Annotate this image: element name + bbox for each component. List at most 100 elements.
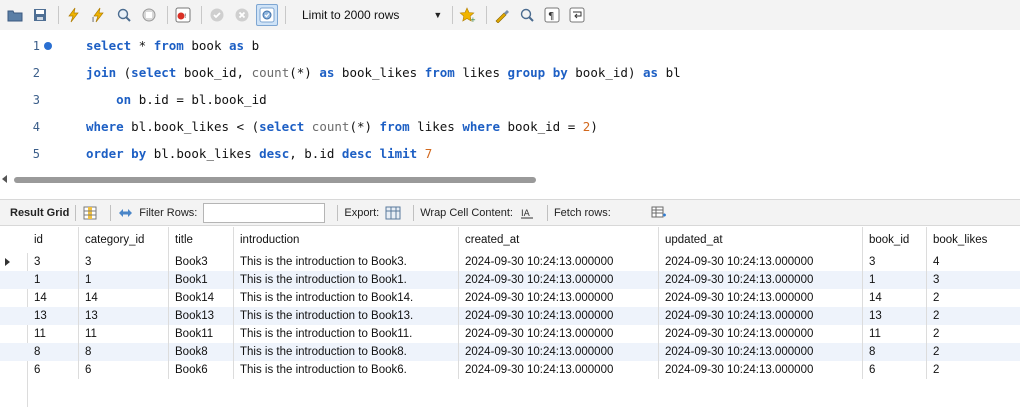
cell-book-id[interactable]: 3 <box>863 253 927 271</box>
toolbar-separator <box>58 6 59 24</box>
cell-book-likes[interactable]: 2 <box>927 289 1020 307</box>
cell-created-at[interactable]: 2024-09-30 10:24:13.000000 <box>459 253 659 271</box>
cell-title[interactable]: Book3 <box>169 253 234 271</box>
cell-updated-at[interactable]: 2024-09-30 10:24:13.000000 <box>659 253 863 271</box>
table-row[interactable]: 3 3 Book3 This is the introduction to Bo… <box>0 253 1020 271</box>
toggle-error-icon[interactable]: ! <box>172 4 194 26</box>
cell-id[interactable]: 3 <box>28 253 79 271</box>
cell-title[interactable]: Book13 <box>169 307 234 325</box>
column-header-id[interactable]: id <box>28 227 79 253</box>
cell-category-id[interactable]: 14 <box>79 289 169 307</box>
limit-rows-select[interactable]: Limit to 2000 rows ▼ <box>296 4 448 26</box>
cell-category-id[interactable]: 11 <box>79 325 169 343</box>
cell-updated-at[interactable]: 2024-09-30 10:24:13.000000 <box>659 307 863 325</box>
table-row[interactable]: 13 13 Book13 This is the introduction to… <box>0 307 1020 325</box>
cell-introduction[interactable]: This is the introduction to Book8. <box>234 343 459 361</box>
cell-book-id[interactable]: 13 <box>863 307 927 325</box>
column-header-created-at[interactable]: created_at <box>459 227 659 253</box>
cell-id[interactable]: 14 <box>28 289 79 307</box>
cell-title[interactable]: Book8 <box>169 343 234 361</box>
cell-category-id[interactable]: 8 <box>79 343 169 361</box>
column-header-book-id[interactable]: book_id <box>863 227 927 253</box>
editor-horizontal-scrollbar[interactable] <box>0 170 1020 190</box>
open-folder-icon[interactable] <box>4 4 26 26</box>
cell-created-at[interactable]: 2024-09-30 10:24:13.000000 <box>459 271 659 289</box>
cell-category-id[interactable]: 13 <box>79 307 169 325</box>
cell-book-likes[interactable]: 2 <box>927 325 1020 343</box>
cell-id[interactable]: 8 <box>28 343 79 361</box>
table-row[interactable]: 1 1 Book1 This is the introduction to Bo… <box>0 271 1020 289</box>
explain-icon[interactable] <box>113 4 135 26</box>
cell-book-likes[interactable]: 3 <box>927 271 1020 289</box>
filter-refresh-icon[interactable] <box>117 205 133 221</box>
table-row[interactable]: 14 14 Book14 This is the introduction to… <box>0 289 1020 307</box>
scrollbar-thumb[interactable] <box>14 177 536 183</box>
cell-category-id[interactable]: 1 <box>79 271 169 289</box>
wrap-cell-icon[interactable]: IA <box>519 205 535 221</box>
result-grid-tab[interactable]: Result Grid <box>10 207 69 219</box>
table-row[interactable]: 6 6 Book6 This is the introduction to Bo… <box>0 361 1020 379</box>
fetch-rows-icon[interactable] <box>651 205 667 221</box>
column-header-title[interactable]: title <box>169 227 234 253</box>
cell-created-at[interactable]: 2024-09-30 10:24:13.000000 <box>459 289 659 307</box>
cell-book-id[interactable]: 14 <box>863 289 927 307</box>
cell-introduction[interactable]: This is the introduction to Book13. <box>234 307 459 325</box>
cell-created-at[interactable]: 2024-09-30 10:24:13.000000 <box>459 307 659 325</box>
export-icon[interactable] <box>385 205 401 221</box>
column-header-introduction[interactable]: introduction <box>234 227 459 253</box>
cell-book-id[interactable]: 1 <box>863 271 927 289</box>
beautify-icon[interactable] <box>491 4 513 26</box>
column-header-book-likes[interactable]: book_likes <box>927 227 1020 253</box>
filter-rows-input[interactable] <box>203 202 326 223</box>
cell-book-likes[interactable]: 2 <box>927 307 1020 325</box>
scroll-left-icon[interactable] <box>2 175 7 183</box>
cell-created-at[interactable]: 2024-09-30 10:24:13.000000 <box>459 361 659 379</box>
result-grid[interactable]: id category_id title introduction create… <box>0 227 1020 407</box>
cell-id[interactable]: 1 <box>28 271 79 289</box>
cell-book-id[interactable]: 8 <box>863 343 927 361</box>
cell-introduction[interactable]: This is the introduction to Book1. <box>234 271 459 289</box>
cell-category-id[interactable]: 6 <box>79 361 169 379</box>
cell-title[interactable]: Book1 <box>169 271 234 289</box>
cell-updated-at[interactable]: 2024-09-30 10:24:13.000000 <box>659 271 863 289</box>
cell-category-id[interactable]: 3 <box>79 253 169 271</box>
column-header-updated-at[interactable]: updated_at <box>659 227 863 253</box>
column-header-category-id[interactable]: category_id <box>79 227 169 253</box>
execute-icon[interactable] <box>63 4 85 26</box>
cell-updated-at[interactable]: 2024-09-30 10:24:13.000000 <box>659 325 863 343</box>
cell-book-id[interactable]: 6 <box>863 361 927 379</box>
cell-title[interactable]: Book11 <box>169 325 234 343</box>
cell-book-likes[interactable]: 2 <box>927 343 1020 361</box>
stop-icon[interactable] <box>138 4 160 26</box>
cell-book-likes[interactable]: 2 <box>927 361 1020 379</box>
cell-created-at[interactable]: 2024-09-30 10:24:13.000000 <box>459 343 659 361</box>
cell-title[interactable]: Book6 <box>169 361 234 379</box>
cell-introduction[interactable]: This is the introduction to Book3. <box>234 253 459 271</box>
grid-view-icon[interactable] <box>82 205 98 221</box>
cell-id[interactable]: 6 <box>28 361 79 379</box>
execute-current-icon[interactable]: I <box>88 4 110 26</box>
rollback-icon[interactable] <box>231 4 253 26</box>
cell-title[interactable]: Book14 <box>169 289 234 307</box>
wrap-icon[interactable] <box>566 4 588 26</box>
cell-id[interactable]: 13 <box>28 307 79 325</box>
cell-updated-at[interactable]: 2024-09-30 10:24:13.000000 <box>659 289 863 307</box>
save-icon[interactable] <box>29 4 51 26</box>
cell-introduction[interactable]: This is the introduction to Book6. <box>234 361 459 379</box>
cell-introduction[interactable]: This is the introduction to Book14. <box>234 289 459 307</box>
cell-book-likes[interactable]: 4 <box>927 253 1020 271</box>
bookmark-icon[interactable]: + <box>457 4 479 26</box>
cell-book-id[interactable]: 11 <box>863 325 927 343</box>
cell-updated-at[interactable]: 2024-09-30 10:24:13.000000 <box>659 361 863 379</box>
invisible-chars-icon[interactable]: ¶ <box>541 4 563 26</box>
cell-introduction[interactable]: This is the introduction to Book11. <box>234 325 459 343</box>
cell-created-at[interactable]: 2024-09-30 10:24:13.000000 <box>459 325 659 343</box>
find-icon[interactable] <box>516 4 538 26</box>
cell-id[interactable]: 11 <box>28 325 79 343</box>
sql-editor[interactable]: 1 select * from book as b 2 join (select… <box>0 30 1020 170</box>
table-row[interactable]: 11 11 Book11 This is the introduction to… <box>0 325 1020 343</box>
commit-icon[interactable] <box>206 4 228 26</box>
cell-updated-at[interactable]: 2024-09-30 10:24:13.000000 <box>659 343 863 361</box>
table-row[interactable]: 8 8 Book8 This is the introduction to Bo… <box>0 343 1020 361</box>
autocommit-icon[interactable] <box>256 4 278 26</box>
